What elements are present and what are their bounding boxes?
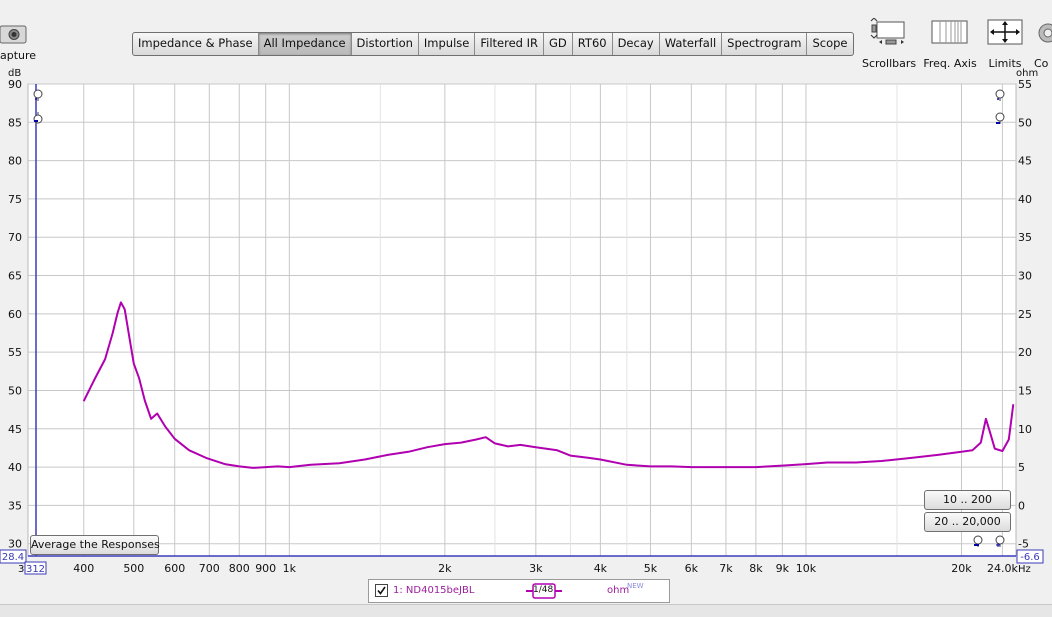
x-tick-label: 700 — [199, 562, 220, 575]
x-tick-label: 5k — [644, 562, 658, 575]
right-tick-label: 45 — [1018, 155, 1032, 168]
average-responses-button[interactable]: Average the Responses — [30, 535, 160, 555]
x-tick-label: 3k — [529, 562, 543, 575]
right-tick-label: 0 — [1018, 499, 1025, 512]
right-tick-label: 50 — [1018, 116, 1032, 129]
legend-new-badge: NEW — [627, 582, 644, 590]
status-bar — [0, 604, 1052, 617]
x-tick-label: 2k — [438, 562, 452, 575]
legend-name[interactable]: 1: ND4015beJBL — [393, 585, 474, 596]
right-tick-label: 15 — [1018, 384, 1032, 397]
left-tick-label: 80 — [8, 155, 22, 168]
x-axis-unit: Hz — [1018, 564, 1031, 575]
x-tick-label: 8k — [749, 562, 763, 575]
x-tick-label: 600 — [164, 562, 185, 575]
legend-smoothing[interactable]: 1/48 — [533, 585, 553, 595]
left-tick-label: 90 — [8, 78, 22, 91]
left-min-value: 28.4 — [2, 552, 24, 563]
x-tick-label: 7k — [719, 562, 733, 575]
right-tick-label: 25 — [1018, 308, 1032, 321]
x-tick-label: 900 — [255, 562, 276, 575]
x-tick-label: 800 — [229, 562, 250, 575]
left-tick-label: 50 — [8, 384, 22, 397]
x-tick-label: 500 — [123, 562, 144, 575]
x-start-prefix: 3 — [18, 564, 24, 575]
plot-area[interactable] — [27, 83, 1017, 557]
range-20-20000-button[interactable]: 20 .. 20,000 — [924, 512, 1011, 532]
right-tick-label: 10 — [1018, 423, 1032, 436]
right-tick-label: 40 — [1018, 193, 1032, 206]
left-tick-label: 40 — [8, 461, 22, 474]
left-tick-label: 65 — [8, 270, 22, 283]
right-tick-label: -5 — [1018, 538, 1029, 551]
right-tick-label: 55 — [1018, 78, 1032, 91]
legend-unit: ohm — [607, 585, 630, 596]
right-tick-label: 20 — [1018, 346, 1032, 359]
legend: 1: ND4015beJBL 1/48 ohm NEW — [368, 579, 670, 603]
left-tick-label: 70 — [8, 231, 22, 244]
left-tick-label: 55 — [8, 346, 22, 359]
left-tick-label: 35 — [8, 499, 22, 512]
x-tick-label: 9k — [776, 562, 790, 575]
x-tick-label: 400 — [73, 562, 94, 575]
right-tick-label: 5 — [1018, 461, 1025, 474]
x-tick-label: 10k — [796, 562, 817, 575]
left-tick-label: 45 — [8, 423, 22, 436]
right-tick-label: 30 — [1018, 270, 1032, 283]
x-tick-label: 24.0k — [987, 562, 1018, 575]
x-start-value: 312 — [26, 564, 45, 575]
left-tick-label: 85 — [8, 116, 22, 129]
x-tick-label: 20k — [951, 562, 972, 575]
x-tick-label: 1k — [283, 562, 297, 575]
left-tick-label: 75 — [8, 193, 22, 206]
legend-checkbox[interactable] — [375, 584, 388, 597]
right-tick-label: 35 — [1018, 231, 1032, 244]
left-tick-label: 60 — [8, 308, 22, 321]
right-min-value: -6.6 — [1020, 552, 1040, 563]
left-tick-label: 30 — [8, 538, 22, 551]
impedance-chart[interactable]: 30 35 40 45 50 55 60 65 70 75 80 85 90 -5 0 5 10 15 20 25 30… — [0, 0, 1052, 580]
range-10-200-button[interactable]: 10 .. 200 — [924, 490, 1011, 510]
x-tick-label: 4k — [594, 562, 608, 575]
x-tick-label: 6k — [685, 562, 699, 575]
